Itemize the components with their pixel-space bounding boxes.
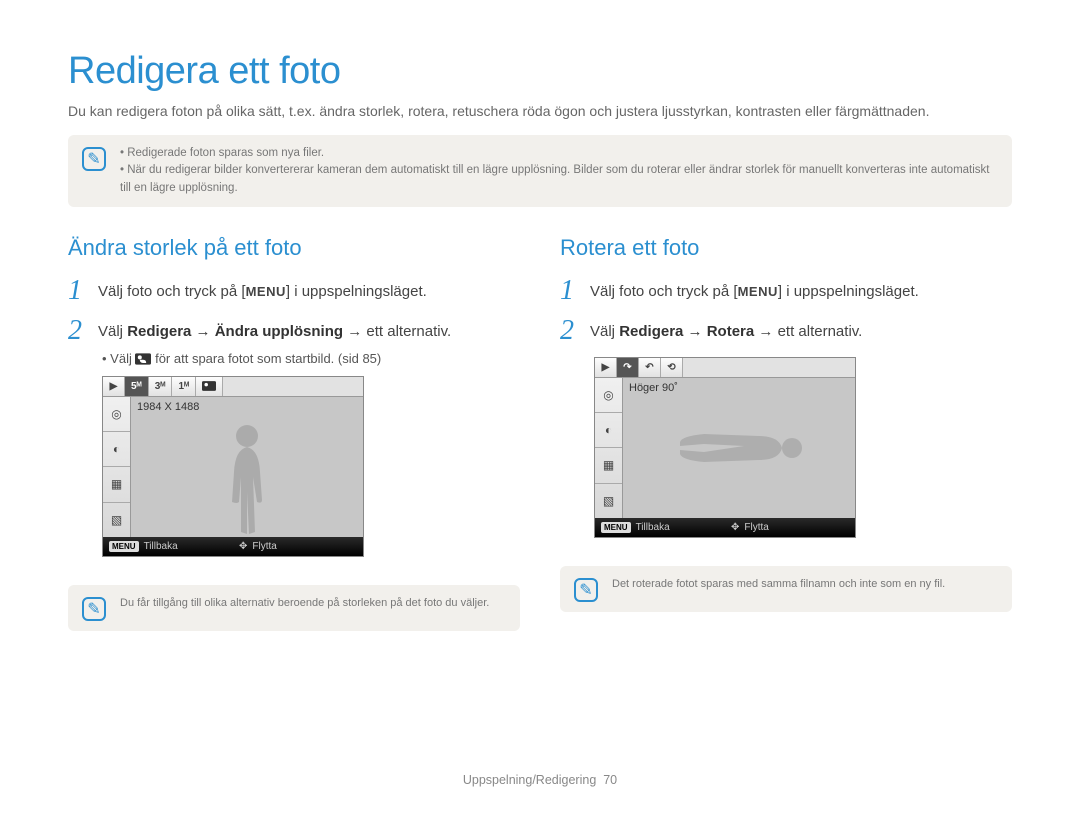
step1-text: ] i uppspelningsläget. xyxy=(778,283,919,300)
toolbar-cell-selected: 5ᴹ xyxy=(125,377,149,396)
note-icon: ✎ xyxy=(82,147,106,171)
note-left: ✎ Du får tillgång till olika alternativ … xyxy=(68,585,520,631)
footer-label: Flytta xyxy=(744,522,768,533)
step2-text: → ett alternativ. xyxy=(754,323,862,340)
step2-text: Välj xyxy=(590,323,619,340)
screen-caption: Höger 90˚ xyxy=(629,382,678,394)
step2-bold: Redigera → Rotera xyxy=(619,323,754,340)
step2-text: Välj xyxy=(98,323,127,340)
step-number: 1 xyxy=(68,277,88,305)
toolbar-cell: ⟲ xyxy=(661,358,683,377)
footer-label: Tillbaka xyxy=(636,522,670,533)
toolbar-cell: ▶ xyxy=(103,377,125,396)
note-icon: ✎ xyxy=(574,578,598,602)
step-number: 1 xyxy=(560,277,580,305)
note-text: Det roterade fotot sparas med samma filn… xyxy=(612,576,945,593)
side-icon: ▦ xyxy=(103,467,130,502)
intro-text: Du kan redigera foton på olika sätt, t.e… xyxy=(68,103,1012,119)
step-2-right: 2 Välj Redigera → Rotera → ett alternati… xyxy=(560,317,1012,345)
toolbar-cell xyxy=(196,377,223,396)
toolbar-cell: 1ᴹ xyxy=(172,377,196,396)
side-icon: ▧ xyxy=(595,484,622,518)
move-icon: ✥ xyxy=(239,541,247,552)
top-note-item: Redigerade foton sparas som nya filer. xyxy=(120,145,994,162)
note-text: Du får tillgång till olika alternativ be… xyxy=(120,595,489,612)
camera-screen-rotate: ▶ ↷ ↶ ⟲ ◎ ◐ ▦ ▧ Höger 90˚ xyxy=(594,357,856,538)
step1-text: Välj foto och tryck på [ xyxy=(98,283,246,300)
toolbar-spacer xyxy=(223,377,363,396)
top-note-item: När du redigerar bilder konvertererar ka… xyxy=(120,162,994,197)
toolbar-cell: ▶ xyxy=(595,358,617,377)
menu-chip: MENU xyxy=(246,282,286,302)
footer-label: Flytta xyxy=(252,541,276,552)
toolbar-spacer xyxy=(683,358,855,377)
side-icon: ◎ xyxy=(595,378,622,413)
screen-caption: 1984 X 1488 xyxy=(137,401,199,413)
person-silhouette-rotated xyxy=(674,418,804,478)
side-icon: ◐ xyxy=(595,413,622,448)
step-2-left: 2 Välj Redigera → Ändra upplösning → ett… xyxy=(68,317,520,345)
step1-text: ] i uppspelningsläget. xyxy=(286,283,427,300)
start-image-icon xyxy=(202,381,216,391)
section-title-rotate: Rotera ett foto xyxy=(560,235,1012,261)
note-icon: ✎ xyxy=(82,597,106,621)
side-icon: ◐ xyxy=(103,432,130,467)
step2-bold: Redigera → Ändra upplösning xyxy=(127,323,343,340)
side-icon: ▧ xyxy=(103,503,130,537)
step-1-right: 1 Välj foto och tryck på [MENU] i uppspe… xyxy=(560,277,1012,305)
footer-chip: MENU xyxy=(601,522,631,533)
toolbar-cell: ↶ xyxy=(639,358,661,377)
step-1-left: 1 Välj foto och tryck på [MENU] i uppspe… xyxy=(68,277,520,305)
page-footer: Uppspelning/Redigering 70 xyxy=(0,773,1080,787)
note-right: ✎ Det roterade fotot sparas med samma fi… xyxy=(560,566,1012,612)
page-title: Redigera ett foto xyxy=(68,50,1012,93)
camera-screen-resize: ▶ 5ᴹ 3ᴹ 1ᴹ ◎ ◐ ▦ ▧ 1984 X 1488 xyxy=(102,376,364,557)
step1-text: Välj foto och tryck på [ xyxy=(590,283,738,300)
toolbar-cell: 3ᴹ xyxy=(149,377,173,396)
start-image-icon xyxy=(135,353,151,365)
sub-bullet: Välj för att spara fotot som startbild. … xyxy=(102,351,520,366)
toolbar-cell-selected: ↷ xyxy=(617,358,639,377)
person-silhouette xyxy=(217,422,277,537)
side-icon: ▦ xyxy=(595,448,622,483)
section-title-resize: Ändra storlek på ett foto xyxy=(68,235,520,261)
footer-label: Tillbaka xyxy=(144,541,178,552)
move-icon: ✥ xyxy=(731,522,739,533)
menu-chip: MENU xyxy=(738,282,778,302)
step-number: 2 xyxy=(560,317,580,345)
footer-chip: MENU xyxy=(109,541,139,552)
step-number: 2 xyxy=(68,317,88,345)
step2-text: → ett alternativ. xyxy=(343,323,451,340)
side-icon: ◎ xyxy=(103,397,130,432)
top-note: ✎ Redigerade foton sparas som nya filer.… xyxy=(68,135,1012,207)
